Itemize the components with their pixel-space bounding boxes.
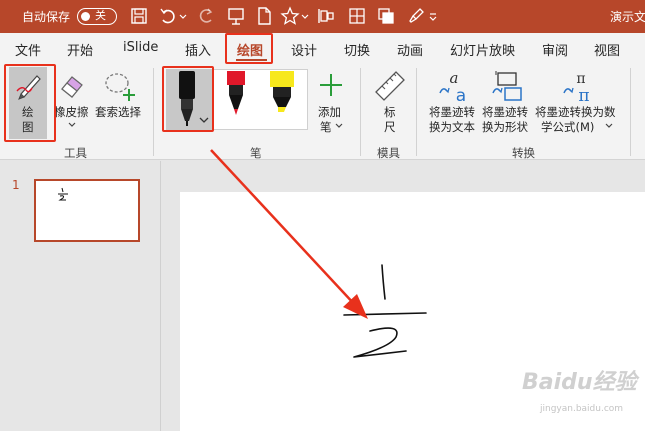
add-pen-icon[interactable] <box>318 72 344 98</box>
pens-group-label: 笔 <box>250 146 262 160</box>
align-icon[interactable] <box>316 6 336 26</box>
tab-home[interactable]: 开始 <box>67 40 93 59</box>
tab-design[interactable]: 设计 <box>291 40 317 59</box>
highlight-black-pen <box>162 66 214 132</box>
highlight-draw-button <box>4 64 56 142</box>
ribbon-tabs: 文件 开始 iSlide 插入 绘图 设计 切换 动画 幻灯片放映 审阅 视图 <box>0 33 645 63</box>
save-icon[interactable] <box>129 6 149 26</box>
tab-view[interactable]: 视图 <box>594 40 620 59</box>
group-separator <box>630 68 631 156</box>
lasso-label[interactable]: 套索选择 <box>95 104 141 120</box>
watermark-logo: Baidu经验 <box>522 370 637 395</box>
ink-to-shape-icon[interactable] <box>490 69 524 103</box>
eraser-icon[interactable] <box>58 71 86 99</box>
svg-text:π: π <box>576 71 585 87</box>
thumbnail-pane-divider[interactable] <box>160 161 161 431</box>
watermark-url: jingyan.baidu.com <box>540 404 624 414</box>
eraser-dropdown-icon[interactable] <box>67 121 77 129</box>
ruler-label-2[interactable]: 尺 <box>384 119 396 135</box>
ink-to-text-icon[interactable]: a a <box>437 69 471 103</box>
add-pen-label-1[interactable]: 添加 <box>318 104 341 120</box>
svg-text:π: π <box>578 86 589 103</box>
tools-group-label: 工具 <box>64 146 87 160</box>
svg-text:a: a <box>456 86 466 103</box>
ink-to-shape-label-1[interactable]: 将墨迹转 <box>482 104 528 120</box>
tab-slideshow[interactable]: 幻灯片放映 <box>450 40 515 59</box>
add-pen-dropdown-icon[interactable] <box>334 122 344 130</box>
more-commands-icon[interactable] <box>428 6 438 26</box>
tab-insert[interactable]: 插入 <box>185 40 211 59</box>
ruler-icon[interactable] <box>372 70 408 102</box>
tab-animations[interactable]: 动画 <box>397 40 423 59</box>
ink-to-math-label-1[interactable]: 将墨迹转换为数 <box>535 104 616 120</box>
powerpoint-window: 自动保存 关 演示文 文件 开始 iSlide 插入 绘图 设计 切换 动画 幻… <box>0 0 645 431</box>
star-icon[interactable] <box>280 6 300 26</box>
arrange-icon[interactable] <box>376 6 396 26</box>
add-pen-label-2[interactable]: 笔 <box>320 119 332 135</box>
convert-group-label: 转换 <box>512 146 535 160</box>
star-dropdown-icon[interactable] <box>300 6 310 26</box>
present-icon[interactable] <box>226 6 246 26</box>
redo-icon[interactable] <box>196 6 216 26</box>
stencils-group-label: 模具 <box>377 146 400 160</box>
tab-transitions[interactable]: 切换 <box>344 40 370 59</box>
lasso-icon[interactable] <box>102 70 136 102</box>
red-pen-icon[interactable] <box>225 71 247 117</box>
slide-thumbnail[interactable] <box>34 179 140 242</box>
ink-to-shape-label-2[interactable]: 换为形状 <box>482 119 528 135</box>
group-separator <box>360 68 361 156</box>
tab-islide[interactable]: iSlide <box>123 40 158 55</box>
group-separator <box>416 68 417 156</box>
toggle-knob <box>81 11 90 21</box>
ink-to-text-label-2[interactable]: 换为文本 <box>429 119 475 135</box>
tab-review[interactable]: 审阅 <box>542 40 568 59</box>
ruler-label-1[interactable]: 标 <box>384 104 396 120</box>
ink-to-math-icon[interactable]: π π <box>561 69 595 103</box>
svg-text:a: a <box>450 69 459 87</box>
autosave-label: 自动保存 <box>22 10 71 24</box>
group-separator <box>153 68 154 156</box>
autosave-state: 关 <box>95 9 106 22</box>
title-bar: 自动保存 关 演示文 <box>0 0 645 33</box>
ink-to-math-label-2[interactable]: 学公式(M) <box>541 119 594 135</box>
group-shapes-icon[interactable] <box>347 6 367 26</box>
thumbnail-ink-fraction <box>58 187 68 201</box>
undo-icon[interactable] <box>158 6 178 26</box>
highlight-draw-tab <box>225 33 273 64</box>
new-file-icon[interactable] <box>254 6 274 26</box>
yellow-highlighter-icon[interactable] <box>267 71 297 113</box>
tab-file[interactable]: 文件 <box>15 40 41 59</box>
ink-fraction-drawing[interactable] <box>330 255 440 365</box>
document-title: 演示文 <box>610 10 645 24</box>
ink-to-text-label-1[interactable]: 将墨迹转 <box>429 104 475 120</box>
slide-number: 1 <box>12 178 20 192</box>
ink-to-math-dropdown-icon[interactable] <box>604 122 614 130</box>
autosave-toggle[interactable]: 关 <box>77 8 117 25</box>
format-painter-icon[interactable] <box>406 6 426 26</box>
undo-dropdown-icon[interactable] <box>178 6 188 26</box>
eraser-label[interactable]: 橡皮擦 <box>54 104 89 120</box>
